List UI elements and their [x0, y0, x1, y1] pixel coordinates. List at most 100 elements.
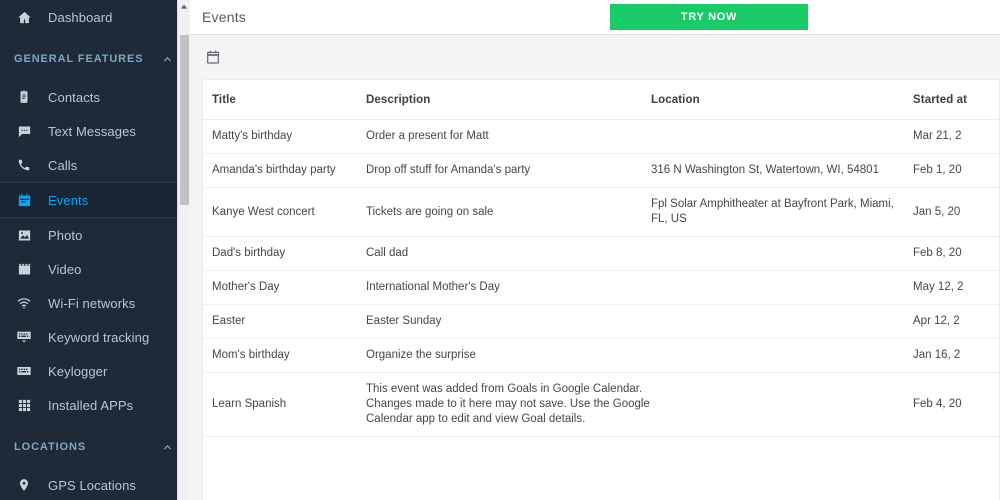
caret-up-icon[interactable]	[178, 0, 190, 14]
cell-location: 316 N Washington St, Watertown, WI, 5480…	[651, 153, 913, 188]
cell-description-text: Tickets are going on sale	[366, 205, 494, 218]
cell-started-at: May 12, 2	[913, 270, 999, 305]
sidebar-item-label: Dashboard	[48, 9, 113, 25]
sidebar-item-label: Text Messages	[48, 123, 137, 139]
chevron-up-icon[interactable]	[161, 441, 174, 454]
section-label: LOCATIONS	[14, 441, 87, 453]
cell-location	[651, 372, 913, 437]
phone-icon	[10, 158, 38, 172]
sidebar-item-label: Installed APPs	[48, 397, 134, 413]
photo-icon	[10, 228, 38, 243]
sidebar-scrollbar[interactable]	[177, 0, 190, 500]
cell-started-at: Feb 4, 20	[913, 372, 999, 437]
chevron-up-icon[interactable]	[161, 53, 174, 66]
sidebar-item-label: Keyword tracking	[48, 329, 150, 345]
contacts-icon	[10, 90, 38, 104]
message-icon	[10, 124, 38, 139]
sidebar-item-label: Contacts	[48, 89, 101, 105]
cell-title: Learn Spanish	[203, 372, 366, 437]
cell-description-text: Call dad	[366, 247, 409, 259]
home-icon	[10, 10, 38, 25]
sidebar-item-calls[interactable]: Calls	[0, 148, 190, 182]
sidebar-item-label: Events	[48, 192, 89, 208]
sidebar-item-label: Photo	[48, 227, 83, 243]
top-bar: Events TRY NOW	[190, 0, 1000, 35]
calendar-icon[interactable]	[202, 46, 224, 68]
sidebar-item-video[interactable]: Video	[0, 252, 190, 286]
column-header-started-at[interactable]: Started at	[913, 80, 999, 120]
column-header-location[interactable]: Location	[651, 80, 913, 120]
table-row[interactable]: Mom's birthday Organize the surprise Jan…	[203, 338, 999, 373]
cell-description: Easter Sunday	[366, 304, 651, 339]
table-row[interactable]: Mother's Day International Mother's Day …	[203, 270, 999, 305]
table-header-row: Title Description Location Started at	[203, 80, 999, 120]
sidebar-section-general-features[interactable]: GENERAL FEATURES	[0, 42, 190, 76]
table-row[interactable]: Learn Spanish This event was added from …	[203, 372, 999, 437]
scrollbar-thumb[interactable]	[180, 35, 189, 205]
cell-title: Kanye West concert	[203, 187, 366, 237]
sidebar-item-wifi-networks[interactable]: Wi-Fi networks	[0, 286, 190, 320]
cell-started-at: Apr 12, 2	[913, 304, 999, 339]
cell-description: Tickets are going on sale	[366, 187, 651, 237]
cell-description: This event was added from Goals in Googl…	[366, 372, 651, 437]
cell-title: Amanda's birthday party	[203, 153, 366, 188]
cell-title: Mother's Day	[203, 270, 366, 305]
cell-description: Order a present for Matt	[366, 119, 651, 154]
sidebar-item-contacts[interactable]: Contacts	[0, 80, 190, 114]
content-toolbar	[190, 35, 1000, 79]
app-root: Dashboard GENERAL FEATURES Contacts Text…	[0, 0, 1000, 500]
sidebar-item-gps-locations[interactable]: GPS Locations	[0, 468, 190, 500]
cell-started-at: Feb 1, 20	[913, 153, 999, 188]
page-title: Events	[202, 9, 246, 25]
cell-location-text: Fpl Solar Amphitheater at Bayfront Park,…	[651, 198, 894, 225]
try-now-button[interactable]: TRY NOW	[610, 4, 808, 30]
sidebar-item-events[interactable]: Events	[0, 182, 190, 218]
cell-started-at: Mar 21, 2	[913, 119, 999, 154]
sidebar-item-keyword-tracking[interactable]: Keyword tracking	[0, 320, 190, 354]
calendar-icon	[10, 193, 38, 208]
cell-location	[651, 338, 913, 373]
cell-location-text: 316 N Washington St, Watertown, WI, 5480…	[651, 164, 879, 176]
cell-description-text: Drop off stuff for Amanda's party	[366, 164, 531, 176]
video-icon	[10, 262, 38, 277]
cell-started-at: Jan 5, 20	[913, 187, 999, 237]
cell-description: Drop off stuff for Amanda's party	[366, 153, 651, 188]
sidebar-item-label: Calls	[48, 157, 78, 173]
column-header-title[interactable]: Title	[203, 80, 366, 120]
events-table: Title Description Location Started at Ma…	[203, 80, 999, 437]
cell-description: International Mother's Day	[366, 270, 651, 305]
column-header-description[interactable]: Description	[366, 80, 651, 120]
events-table-body: Matty's birthday Order a present for Mat…	[203, 119, 999, 437]
cell-description: Call dad	[366, 236, 651, 271]
sidebar: Dashboard GENERAL FEATURES Contacts Text…	[0, 0, 190, 500]
cell-title: Dad's birthday	[203, 236, 366, 271]
cell-started-at: Feb 8, 20	[913, 236, 999, 271]
cell-title: Mom's birthday	[203, 338, 366, 373]
table-row[interactable]: Dad's birthday Call dad Feb 8, 20	[203, 236, 999, 271]
sidebar-item-installed-apps[interactable]: Installed APPs	[0, 388, 190, 422]
table-row[interactable]: Easter Easter Sunday Apr 12, 2	[203, 304, 999, 339]
main-content: Events TRY NOW Title Description Locatio…	[190, 0, 1000, 500]
cell-location	[651, 270, 913, 305]
sidebar-item-label: Video	[48, 261, 82, 277]
sidebar-item-text-messages[interactable]: Text Messages	[0, 114, 190, 148]
section-label: GENERAL FEATURES	[14, 53, 144, 65]
pin-icon	[10, 478, 38, 492]
sidebar-item-photo[interactable]: Photo	[0, 218, 190, 252]
events-table-card: Title Description Location Started at Ma…	[202, 79, 1000, 500]
wifi-icon	[10, 295, 38, 311]
table-row[interactable]: Matty's birthday Order a present for Mat…	[203, 119, 999, 154]
cell-title: Easter	[203, 304, 366, 339]
cell-description-text: Easter Sunday	[366, 315, 442, 327]
cell-description-text: International Mother's Day	[366, 281, 500, 293]
cell-description-text: Organize the surprise	[366, 349, 476, 361]
table-row[interactable]: Amanda's birthday party Drop off stuff f…	[203, 153, 999, 188]
sidebar-item-label: Keylogger	[48, 363, 108, 379]
sidebar-section-locations[interactable]: LOCATIONS	[0, 430, 190, 464]
table-row[interactable]: Kanye West concert Tickets are going on …	[203, 187, 999, 237]
sidebar-item-dashboard[interactable]: Dashboard	[0, 0, 190, 34]
sidebar-item-keylogger[interactable]: Keylogger	[0, 354, 190, 388]
cell-description: Organize the surprise	[366, 338, 651, 373]
